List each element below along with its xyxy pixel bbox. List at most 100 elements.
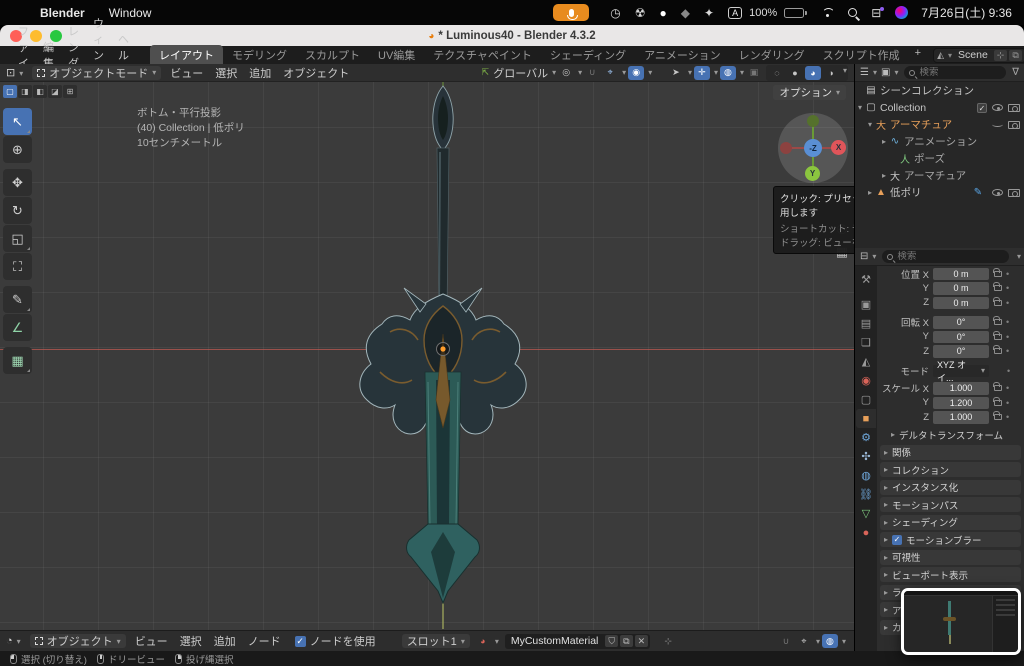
section-viewport-display[interactable]: ▸ ビューポート表示 [880,567,1021,582]
macos-window-menu[interactable]: Window [109,6,152,20]
scale-tool[interactable]: ◱ [3,225,32,252]
outliner-row-armature-data[interactable]: ▸ 大 アーマチュア [855,167,1024,184]
tab-world[interactable]: ◉ [856,371,876,390]
select-set-button[interactable]: ▢ [3,85,17,98]
gizmo-axis-z-center[interactable]: -Z [804,139,822,157]
sword-model[interactable] [350,82,540,630]
options-dropdown[interactable]: オプション ▾ [773,85,846,100]
lock-icon[interactable] [993,282,1002,292]
collection-checkbox[interactable]: ✓ [977,102,987,113]
macos-app-menu[interactable]: Blender [40,6,85,20]
cursor-tool[interactable]: ⊕ [3,136,32,163]
shader-mode-dropdown[interactable]: オブジェクト ▾ [29,634,126,648]
expand-icon[interactable]: ▸ [879,137,889,146]
properties-search[interactable] [882,250,1009,263]
viewport-canvas[interactable]: ▢ ◨ ◧ ◪ ⊞ ↖ ⊕ ✥ ↻ ◱ ⛶ ✎ ∠ ▦ ボトム・平行投影 (40… [0,82,854,630]
gizmo-axis-x[interactable]: X [831,140,846,155]
annotate-tool[interactable]: ✎ [3,286,32,313]
lock-icon[interactable] [993,296,1002,306]
chevron-down-icon[interactable]: ▾ [1017,252,1021,261]
shading-rendered-button[interactable]: ◑ [823,66,839,80]
filter-icon[interactable]: ∇ [1012,67,1019,78]
select-subtract-button[interactable]: ◧ [33,85,47,98]
disable-render-icon[interactable] [1008,188,1020,197]
siri-icon[interactable] [895,6,909,19]
tab-tool[interactable]: ⚒ [856,270,876,289]
position-y-field[interactable]: 0 m [933,282,989,295]
position-z-field[interactable]: 0 m [933,296,989,309]
proportional-edit-toggle[interactable]: ◉ [628,65,645,80]
expand-icon[interactable]: ▸ [865,188,875,197]
tab-modeling[interactable]: モデリング [223,45,296,65]
microphone-indicator-icon[interactable] [553,4,590,21]
section-motion-blur[interactable]: ▸ ✓ モーションブラー [880,532,1021,547]
outliner-display-mode-button[interactable]: ▣ ▾ [881,67,898,78]
lock-icon[interactable] [993,411,1002,421]
outliner-search-input[interactable] [919,67,1002,78]
editor-type-button[interactable]: ⊡ ▾ [0,65,29,80]
orientation-dropdown[interactable]: グローバル [493,65,548,81]
screenshare-pip-overlay[interactable] [901,588,1021,655]
shading-solid-button[interactable]: ● [787,66,803,80]
tab-output[interactable]: ▤ [856,314,876,333]
app-status-icon[interactable]: ◆ [681,7,690,19]
section-collections[interactable]: ▸ コレクション [880,462,1021,477]
battery-icon[interactable] [784,7,808,18]
select-invert-button[interactable]: ◪ [48,85,62,98]
shader-overlays-toggle[interactable]: ◍ [821,634,838,648]
pivot-point-dropdown[interactable]: ◎ [558,66,574,80]
snap-magnet-toggle[interactable]: ∪ [584,66,600,80]
animate-dot-icon[interactable]: • [1006,383,1009,393]
hide-eye-icon[interactable] [992,104,1003,111]
outliner-search[interactable] [904,66,1007,79]
viewport-menu-select[interactable]: 選択 [209,64,243,82]
tab-scripting[interactable]: スクリプト作成 [814,45,909,65]
shading-material-button[interactable]: ◕ [804,65,821,80]
fake-user-shield-button[interactable]: ⛉ [605,635,619,647]
expand-icon[interactable]: ▸ [879,171,889,180]
scene-selector[interactable]: ◭ ▾ Scene ⊹ ⧉ [933,47,1024,63]
scale-z-field[interactable]: 1.000 [933,411,989,424]
animate-dot-icon[interactable]: • [1006,346,1009,356]
duplicate-material-button[interactable]: ⧉ [620,635,633,647]
rotate-tool[interactable]: ↻ [3,197,32,224]
tab-material[interactable]: ● [856,523,876,542]
expand-icon[interactable]: ▾ [855,103,865,112]
control-center-icon[interactable]: ⊟ [871,6,885,19]
scale-x-field[interactable]: 1.000 [933,382,989,395]
properties-search-input[interactable] [897,251,1004,262]
expand-icon[interactable]: ▾ [865,120,875,129]
shader-menu-add[interactable]: 追加 [208,632,242,650]
add-cube-tool[interactable]: ▦ [3,347,32,374]
rotation-x-field[interactable]: 0° [933,316,989,329]
hide-eye-icon[interactable] [992,189,1003,196]
shading-wireframe-button[interactable]: ◌ [769,66,785,80]
tab-animation[interactable]: アニメーション [635,45,730,65]
show-overlays-toggle[interactable]: ◍ [719,65,736,80]
tab-scene[interactable]: ◭ [856,352,876,371]
section-visibility[interactable]: ▸ 可視性 [880,549,1021,565]
gizmo-axis-y-neg[interactable] [807,115,819,127]
lock-icon[interactable] [993,330,1002,340]
tab-object[interactable]: ■ [856,409,876,428]
material-name-field[interactable]: MyCustomMaterial ⛉ ⧉ ✕ [504,633,651,649]
selectability-dropdown[interactable]: ➤ [668,66,684,80]
select-box-tool[interactable]: ↖ [3,108,32,135]
tab-uv-editing[interactable]: UV編集 [369,45,424,65]
navigation-gizmo[interactable]: X Y -Z [778,113,848,183]
spotlight-search-icon[interactable] [848,8,858,17]
tab-modifiers[interactable]: ⚙ [856,428,876,447]
transform-tool[interactable]: ⛶ [3,253,32,280]
gizmo-axis-x-neg[interactable] [780,142,792,154]
lock-icon[interactable] [993,316,1002,326]
shader-menu-node[interactable]: ノード [242,632,287,650]
show-gizmo-toggle[interactable]: ✛ [693,65,710,80]
select-extend-button[interactable]: ◨ [18,85,32,98]
wifi-icon[interactable] [821,8,836,17]
tab-particles[interactable]: ✣ [856,447,876,466]
position-x-field[interactable]: 0 m [933,267,989,280]
outliner-row-animation[interactable]: ▸ ∿ アニメーション [855,133,1024,150]
clock-app-icon[interactable]: ◷ [610,7,620,19]
mode-dropdown[interactable]: オブジェクトモード ▾ [32,65,162,80]
tab-view-layer[interactable]: ❏ [856,333,876,352]
